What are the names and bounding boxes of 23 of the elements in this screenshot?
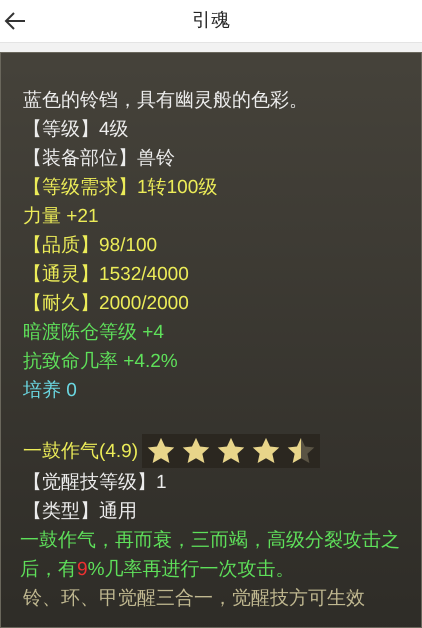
info-text: 力量 +21	[23, 205, 100, 229]
info-text: 【等级需求】1转100级	[23, 176, 218, 200]
star-icon	[286, 436, 316, 466]
star-icon	[216, 436, 246, 466]
info-text: 培养 0	[23, 379, 78, 403]
info-text: 蓝色的铃铛，具有幽灵般的色彩。	[23, 89, 309, 113]
back-arrow-icon[interactable]	[4, 11, 26, 31]
rating-label: 一鼓作气(4.9)	[23, 440, 138, 464]
skill-description: 一鼓作气，再而衰，三而竭，高级分裂攻击之后，有9%几率再进行一次攻击。	[20, 529, 401, 582]
star-icon	[146, 436, 176, 466]
info-text: 【觉醒技等级】1	[23, 471, 168, 495]
info-text: 铃、环、甲觉醒三合一，觉醒技方可生效	[23, 587, 366, 611]
star-icon	[251, 436, 282, 466]
info-text: 【装备部位】兽铃	[23, 147, 176, 171]
info-text: 抗致命几率 +4.2%	[23, 350, 179, 374]
info-text: 【等级】4级	[23, 118, 130, 142]
star-icon	[181, 436, 212, 466]
info-text: 暗渡陈仓等级 +4	[23, 321, 165, 345]
page-title: 引魂	[192, 8, 230, 33]
info-text: 【品质】98/100	[23, 234, 158, 258]
info-text: 【通灵】1532/4000	[23, 263, 190, 287]
info-text: 【类型】通用	[23, 500, 138, 524]
info-text: 【耐久】2000/2000	[23, 292, 190, 316]
